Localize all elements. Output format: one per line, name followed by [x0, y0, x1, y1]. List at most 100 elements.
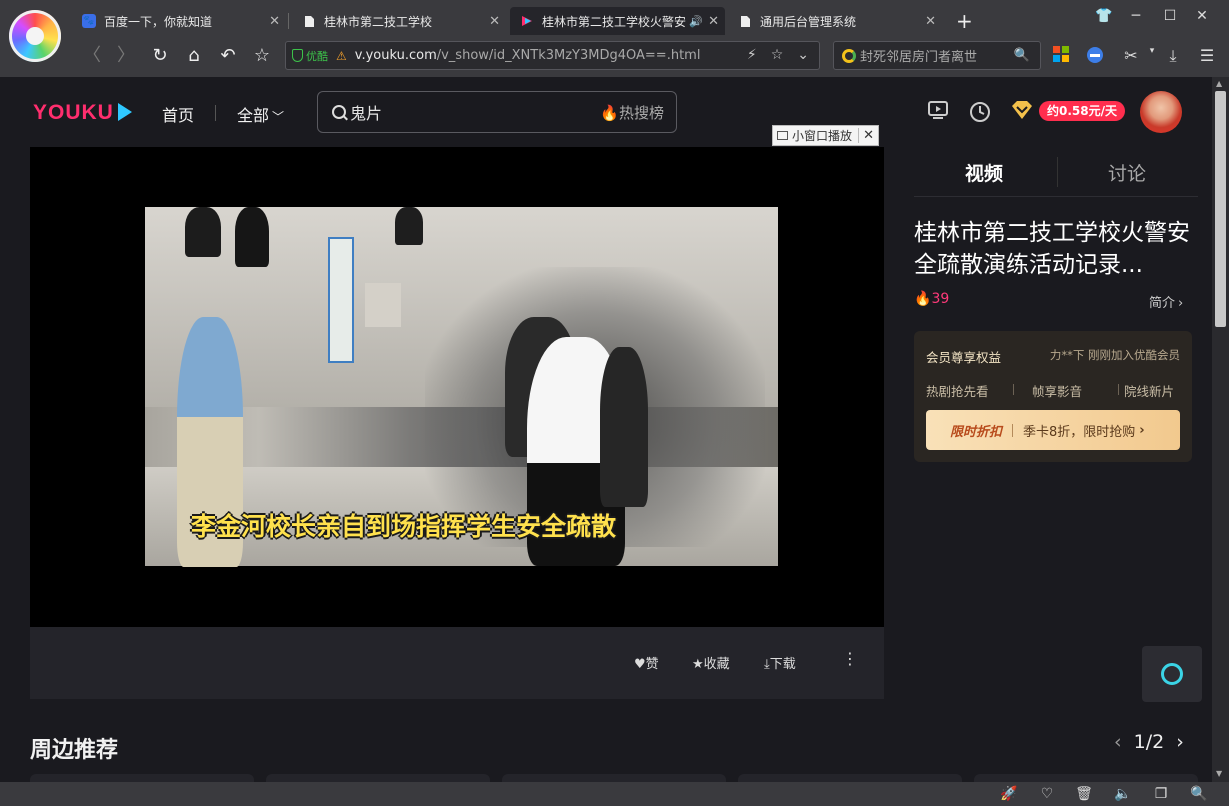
- search-engine-icon: [842, 48, 856, 63]
- vip-price-badge[interactable]: 约0.58元/天: [1039, 101, 1125, 121]
- hot-search-link[interactable]: 🔥热搜榜: [600, 102, 664, 123]
- vip-diamond-icon[interactable]: [1010, 99, 1034, 121]
- chevron-right-icon[interactable]: ›: [1176, 731, 1184, 753]
- video-frame[interactable]: 李金河校长亲自到场指挥学生安全疏散: [145, 207, 778, 567]
- forward-icon[interactable]: 〉: [114, 44, 138, 68]
- mini-window-button[interactable]: 小窗口播放: [773, 127, 858, 144]
- vip-promo-button[interactable]: 限时折扣 季卡8折，限时抢购 ›: [926, 410, 1180, 450]
- close-icon[interactable]: ✕: [269, 14, 280, 29]
- home-icon[interactable]: ⌂: [182, 44, 206, 68]
- promo-tag: 限时折扣: [950, 424, 1003, 440]
- recommend-card[interactable]: [502, 774, 726, 782]
- scissors-icon[interactable]: ✂: [1120, 46, 1142, 65]
- favorite-star-icon[interactable]: ☆: [771, 47, 784, 63]
- more-options-icon[interactable]: ⋮: [842, 649, 858, 668]
- skin-icon[interactable]: 👕: [1094, 8, 1114, 24]
- rocket-icon[interactable]: 🚀: [1000, 786, 1018, 802]
- chevron-down-icon[interactable]: ▾: [1141, 46, 1163, 56]
- volume-icon[interactable]: 🔈: [1114, 786, 1132, 802]
- mini-window-bar: 小窗口播放 ✕: [772, 125, 880, 146]
- speaker-icon[interactable]: 🔊: [689, 15, 703, 28]
- undo-icon[interactable]: ↶: [216, 44, 240, 68]
- menu-icon[interactable]: ☰: [1196, 46, 1218, 65]
- search-icon: [332, 105, 346, 119]
- avatar[interactable]: [1140, 91, 1182, 133]
- nav-home[interactable]: 首页: [162, 102, 194, 126]
- search-icon[interactable]: 🔍: [1014, 48, 1030, 63]
- youku-logo[interactable]: YOUKU: [33, 101, 132, 125]
- vip-feature: 帧享影音: [1032, 384, 1083, 399]
- video-scene-clothes: [235, 207, 269, 267]
- tab-divider: [1057, 157, 1058, 187]
- chevron-down-icon[interactable]: ⌄: [797, 47, 809, 63]
- url-text[interactable]: v.youku.com/v_show/id_XNTk3MzY3MDg4OA==.…: [355, 48, 701, 63]
- recommend-card[interactable]: [738, 774, 962, 782]
- video-player[interactable]: 李金河校长亲自到场指挥学生安全疏散: [30, 147, 884, 627]
- reload-icon[interactable]: ↻: [148, 44, 172, 68]
- tab-video[interactable]: 视频: [965, 159, 1003, 186]
- video-scene-sign: [365, 283, 401, 327]
- recommend-card[interactable]: [974, 774, 1198, 782]
- tab-admin[interactable]: 通用后台管理系统 ✕: [728, 7, 942, 35]
- video-scene-poster: [328, 237, 354, 363]
- close-icon[interactable]: ✕: [858, 128, 878, 143]
- flame-icon: 🔥: [914, 291, 932, 307]
- divider: [1012, 423, 1014, 437]
- window-icon[interactable]: ❐: [1152, 786, 1170, 802]
- close-icon[interactable]: ✕: [925, 14, 936, 29]
- recommend-card[interactable]: [30, 774, 254, 782]
- divider: [1118, 384, 1119, 395]
- like-button[interactable]: ♥赞: [634, 653, 659, 672]
- search-box[interactable]: 封死邻居房门者离世 🔍: [833, 41, 1041, 70]
- search-input[interactable]: 封死邻居房门者离世: [860, 46, 977, 65]
- browser-logo-icon[interactable]: [9, 10, 61, 62]
- zoom-search-icon[interactable]: 🔍: [1190, 786, 1208, 802]
- star-bookmark-icon[interactable]: ☆: [250, 44, 274, 68]
- chevron-left-icon[interactable]: ‹: [1114, 731, 1122, 753]
- section-title-recommend: 周边推荐: [30, 738, 119, 763]
- intro-link[interactable]: 简介 ›: [1149, 292, 1183, 311]
- history-clock-icon[interactable]: [969, 101, 991, 123]
- favorite-button[interactable]: ★收藏: [692, 653, 730, 672]
- download-button[interactable]: ⤓下载: [764, 653, 796, 672]
- tab-youku-video[interactable]: 桂林市第二技工学校火警安 🔊 ✕: [510, 7, 725, 35]
- star-icon: ★: [692, 657, 704, 672]
- nav-all[interactable]: 全部 ﹀: [237, 102, 284, 126]
- float-assistant-icon[interactable]: [1142, 646, 1202, 702]
- recommend-card[interactable]: [266, 774, 490, 782]
- new-tab-button[interactable]: +: [948, 7, 978, 35]
- video-search-box[interactable]: 鬼片 🔥热搜榜: [317, 91, 677, 133]
- video-scene-student: [600, 347, 648, 507]
- back-icon[interactable]: 〈: [80, 44, 104, 68]
- video-search-input[interactable]: 鬼片: [350, 100, 382, 124]
- heart-outline-icon[interactable]: ♡: [1038, 786, 1056, 802]
- browser-status-bar: 🚀 ♡ 🗑 🔈 ❐ 🔍: [0, 782, 1229, 806]
- video-scene-clothes: [185, 207, 221, 257]
- download-icon[interactable]: ⤓: [1162, 46, 1184, 66]
- close-icon[interactable]: ✕: [489, 14, 500, 29]
- scroll-down-icon[interactable]: ▼: [1216, 769, 1222, 778]
- tab-discuss[interactable]: 讨论: [1108, 159, 1146, 186]
- close-icon[interactable]: ✕: [708, 14, 719, 29]
- recommend-pager: ‹ 1/2 ›: [1114, 731, 1184, 753]
- tv-icon[interactable]: [927, 101, 949, 123]
- trash-icon[interactable]: 🗑: [1075, 786, 1093, 802]
- tab-label: 桂林市第二技工学校火警安: [542, 14, 687, 29]
- address-bar[interactable]: 优酷 ⚠ v.youku.com/v_show/id_XNTk3MzY3MDg4…: [285, 41, 820, 70]
- lightning-icon[interactable]: ⚡: [747, 47, 757, 63]
- video-title: 桂林市第二技工学校火警安全疏散演练活动记录...: [914, 220, 1190, 278]
- scroll-up-icon[interactable]: ▲: [1216, 79, 1222, 88]
- tab-school[interactable]: 桂林市第二技工学校 ✕: [292, 7, 506, 35]
- tab-label: 通用后台管理系统: [760, 14, 857, 29]
- minimize-icon[interactable]: ─: [1126, 8, 1146, 24]
- speed-icon[interactable]: [1084, 46, 1106, 68]
- page-scrollbar[interactable]: ▲ ▼: [1212, 77, 1229, 782]
- youku-icon: [520, 14, 534, 28]
- close-window-icon[interactable]: ✕: [1192, 8, 1212, 24]
- maximize-icon[interactable]: ☐: [1160, 8, 1180, 24]
- promo-text: 季卡8折，限时抢购: [1023, 424, 1136, 440]
- tab-baidu[interactable]: 🐾 百度一下，你就知道 ✕: [72, 7, 286, 35]
- apps-grid-icon[interactable]: [1050, 46, 1072, 66]
- video-subtitle: 李金河校长亲自到场指挥学生安全疏散: [191, 512, 617, 541]
- scrollbar-thumb[interactable]: [1215, 91, 1226, 327]
